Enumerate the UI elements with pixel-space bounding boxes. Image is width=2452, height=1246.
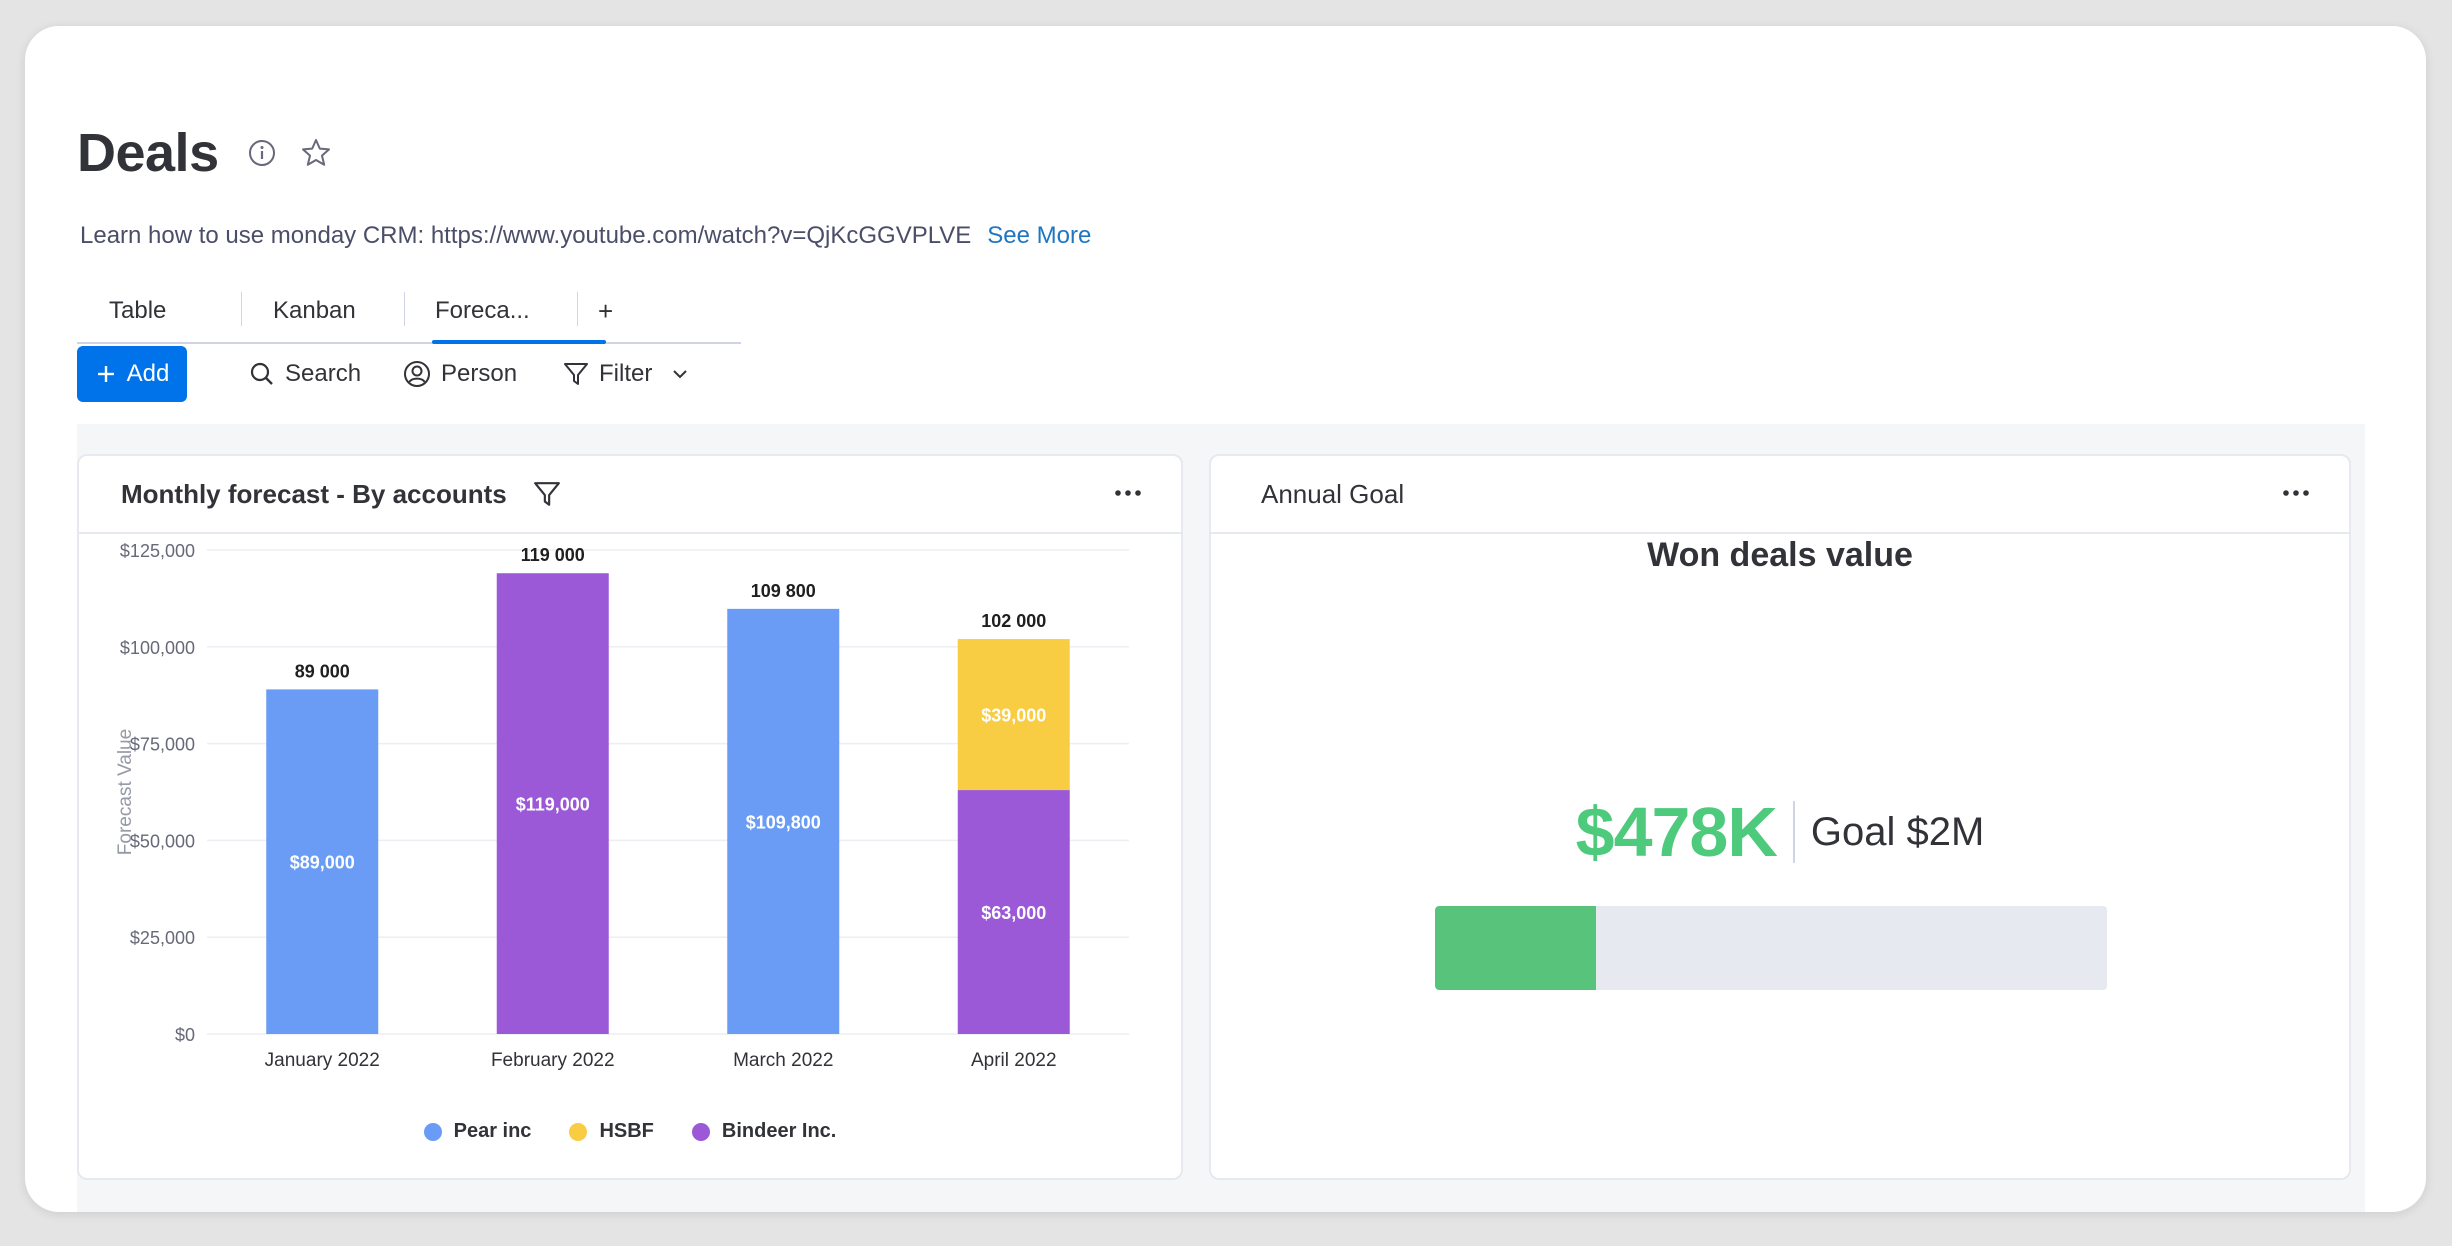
more-options-icon[interactable] xyxy=(2279,478,2313,508)
y-tick-label: $0 xyxy=(175,1025,195,1045)
board-card: Deals Learn how to use monday CRM: https… xyxy=(25,26,2426,1212)
title-row: Deals xyxy=(77,122,333,184)
bar-value-label: $119,000 xyxy=(516,795,590,815)
bar-value-label: $39,000 xyxy=(981,706,1046,726)
legend-item[interactable]: Bindeer Inc. xyxy=(691,1120,837,1143)
board-description: Learn how to use monday CRM: https://www… xyxy=(80,222,1091,250)
info-icon[interactable] xyxy=(245,136,279,170)
goal-heading: Won deals value xyxy=(1647,536,1913,574)
annual-goal-widget: Annual Goal Won deals value $478K Goal $… xyxy=(1209,454,2351,1180)
x-tick-label: February 2022 xyxy=(491,1050,615,1071)
goal-target: Goal $2M xyxy=(1810,809,1985,854)
forecast-widget-header: Monthly forecast - By accounts xyxy=(79,456,1181,534)
plus-icon xyxy=(97,366,114,382)
forecast-chart: $0 $25,000 $50,000 $75,000 $100,000 $125,000 F… xyxy=(115,541,1129,1071)
y-tick-label: $25,000 xyxy=(130,928,195,948)
chart-legend: Pear inc HSBF Bindeer Inc. xyxy=(79,1120,1181,1143)
search-label: Search xyxy=(285,360,362,387)
more-options-icon[interactable] xyxy=(1111,478,1145,508)
y-tick-label: $75,000 xyxy=(130,735,195,755)
view-tabs: Table Kanban Foreca... + xyxy=(77,278,741,344)
forecast-widget-title: Monthly forecast - By accounts xyxy=(121,478,507,509)
description-text: Learn how to use monday CRM: https://www… xyxy=(80,222,972,249)
person-icon xyxy=(404,361,430,387)
page-title: Deals xyxy=(77,123,219,183)
bar-value-label: $109,800 xyxy=(746,812,821,832)
y-tick-label: $50,000 xyxy=(130,831,195,851)
legend-item[interactable]: Pear inc xyxy=(423,1120,532,1143)
bar-total-label: 109 800 xyxy=(751,581,816,601)
active-tab-indicator xyxy=(432,340,606,344)
see-more-link[interactable]: See More xyxy=(987,222,1091,250)
tab-table[interactable]: Table xyxy=(109,278,166,344)
y-tick-label: $125,000 xyxy=(120,541,195,561)
goal-progress-bar xyxy=(1435,906,2107,990)
add-button-label: Add xyxy=(126,360,170,387)
add-view-button[interactable]: + xyxy=(598,278,613,344)
add-button[interactable]: Add xyxy=(77,346,187,402)
bar-value-label: $63,000 xyxy=(981,903,1046,923)
y-axis-label: Forecast Value xyxy=(115,729,136,855)
filter-icon xyxy=(564,363,588,385)
legend-label: Bindeer Inc. xyxy=(721,1120,837,1142)
won-value: $478K xyxy=(1575,793,1778,871)
legend-color-dot xyxy=(423,1122,442,1141)
tab-divider xyxy=(404,292,405,326)
legend-label: HSBF xyxy=(599,1120,654,1142)
tab-kanban[interactable]: Kanban xyxy=(273,278,356,344)
forecast-widget: Monthly forecast - By accounts $0 $25,000… xyxy=(77,454,1183,1180)
tab-divider xyxy=(577,292,578,326)
goal-widget-title: Annual Goal xyxy=(1261,478,1405,509)
legend-label: Pear inc xyxy=(453,1120,532,1142)
goal-summary: $478K Goal $2M xyxy=(1211,792,2349,872)
chevron-down-icon[interactable] xyxy=(670,364,690,384)
goal-widget-header: Annual Goal xyxy=(1211,456,2349,534)
goal-progress-fill xyxy=(1435,906,1596,990)
bar-value-label: $89,000 xyxy=(290,853,355,873)
bar-total-label: 102 000 xyxy=(981,611,1046,631)
goal-divider xyxy=(1792,801,1795,863)
legend-item[interactable]: HSBF xyxy=(569,1120,654,1143)
person-filter-button[interactable]: Person xyxy=(403,346,517,402)
y-tick-label: $100,000 xyxy=(120,638,195,658)
search-button[interactable]: Search xyxy=(249,346,361,402)
tab-forecast[interactable]: Foreca... xyxy=(435,278,530,344)
search-icon xyxy=(250,362,273,385)
dashboard-edge xyxy=(2365,424,2393,1212)
filter-icon[interactable] xyxy=(533,480,561,508)
bar-total-label: 119 000 xyxy=(521,545,585,565)
filter-button[interactable]: Filter xyxy=(563,346,690,402)
person-label: Person xyxy=(441,360,518,387)
legend-color-dot xyxy=(691,1122,710,1141)
x-tick-label: April 2022 xyxy=(971,1050,1057,1071)
legend-color-dot xyxy=(569,1122,588,1141)
x-tick-label: January 2022 xyxy=(265,1050,380,1071)
tab-divider xyxy=(241,292,242,326)
x-tick-label: March 2022 xyxy=(733,1050,833,1071)
filter-label: Filter xyxy=(599,360,653,387)
star-icon[interactable] xyxy=(299,136,333,170)
bar-total-label: 89 000 xyxy=(295,661,350,681)
